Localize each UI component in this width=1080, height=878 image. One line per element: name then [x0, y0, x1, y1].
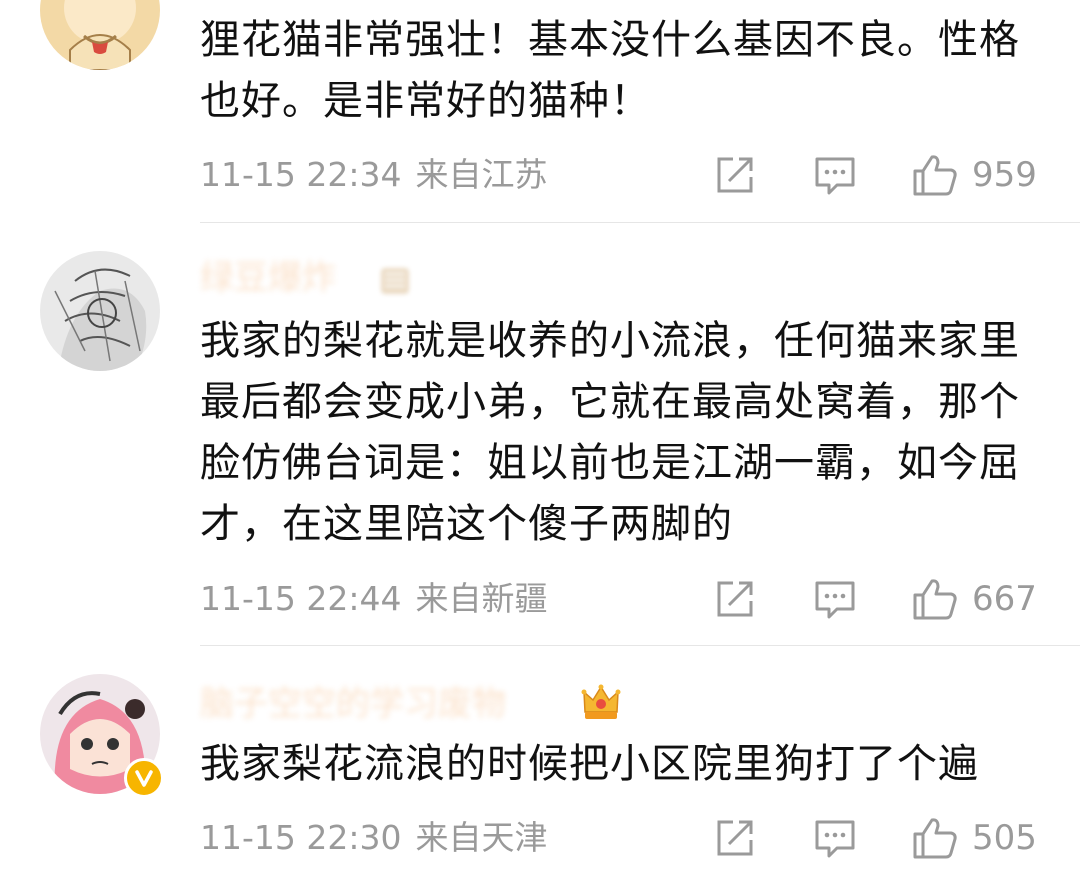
thumbs-up-icon — [913, 579, 957, 620]
username[interactable]: 绿豆爆炸 — [200, 256, 336, 300]
username[interactable]: 脑子空空的学习废物 — [200, 682, 506, 726]
user-avatar[interactable] — [40, 0, 160, 70]
comment-text: 狸花猫非常强壮！基本没什么基因不良。性格也好。是非常好的猫种！ — [200, 17, 1020, 124]
share-button[interactable] — [713, 153, 757, 197]
share-button[interactable] — [713, 816, 757, 860]
divider — [200, 222, 1080, 223]
comment-meta: 11-15 22:44 来自新疆 — [200, 579, 547, 619]
comment-time: 11-15 22:44 — [200, 579, 402, 618]
crown-medal-icon — [580, 682, 621, 722]
comment-icon — [815, 581, 855, 619]
member-badge — [375, 260, 415, 300]
like-count: 505 — [972, 818, 1037, 858]
comment-item-1: 狸花猫非常强壮！基本没什么基因不良。性格也好。是非常好的猫种！ 11-15 22… — [0, 0, 1080, 224]
comment-time: 11-15 22:34 — [200, 155, 402, 194]
like-count: 667 — [972, 579, 1037, 619]
thumbs-up-icon — [913, 155, 957, 196]
verified-v-icon — [135, 770, 153, 787]
user-avatar[interactable] — [40, 251, 160, 371]
comment-location: 来自新疆 — [415, 579, 548, 618]
share-icon — [717, 157, 753, 193]
comment-text: 我家梨花流浪的时候把小区院里狗打了个遍 — [200, 741, 979, 787]
like-button[interactable]: 959 — [912, 153, 1037, 197]
comment-icon — [815, 820, 855, 858]
comment-location: 来自天津 — [415, 818, 548, 857]
comment-meta: 11-15 22:30 来自天津 — [200, 818, 547, 858]
like-count: 959 — [972, 155, 1037, 195]
like-button[interactable]: 667 — [912, 577, 1037, 621]
reply-button[interactable] — [813, 816, 857, 860]
share-button[interactable] — [713, 577, 757, 621]
comment-item-3: 脑子空空的学习废物 我家梨花流浪的时候把小区院里狗打了个遍 11-15 22:3… — [0, 646, 1080, 878]
reply-button[interactable] — [813, 153, 857, 197]
comment-meta: 11-15 22:34 来自江苏 — [200, 155, 547, 195]
comment-time: 11-15 22:30 — [200, 818, 402, 857]
like-button[interactable]: 505 — [912, 816, 1037, 860]
share-icon — [717, 581, 753, 617]
share-icon — [717, 820, 753, 856]
comment-icon — [815, 157, 855, 195]
verified-badge — [124, 758, 164, 798]
comment-item-2: 绿豆爆炸 我家的梨花就是收养的小流浪，任何猫来家里最后都会变成小弟，它就在最高处… — [0, 224, 1080, 646]
comment-location: 来自江苏 — [415, 155, 548, 194]
thumbs-up-icon — [913, 818, 957, 859]
reply-button[interactable] — [813, 577, 857, 621]
comment-text: 我家的梨花就是收养的小流浪，任何猫来家里最后都会变成小弟，它就在最高处窝着，那个… — [200, 318, 1020, 547]
